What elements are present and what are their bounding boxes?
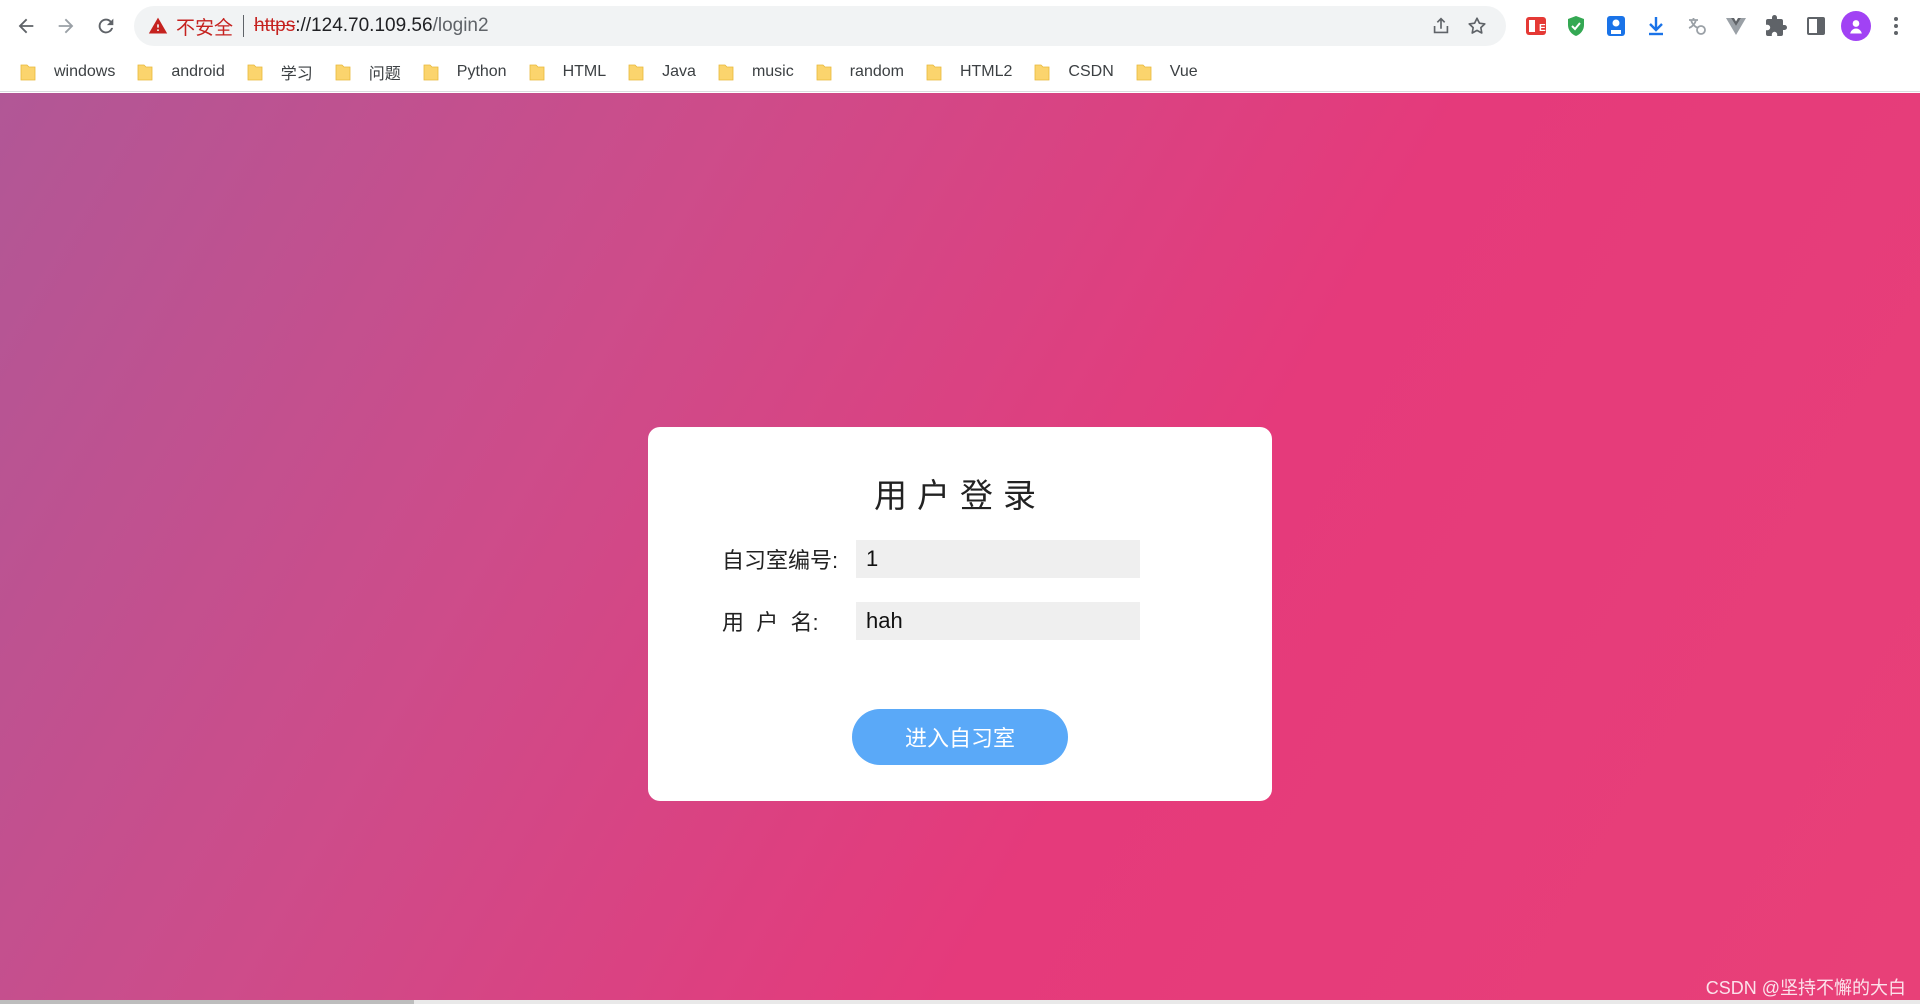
bookmark-label: Vue <box>1169 62 1198 80</box>
room-number-label: 自习室编号: <box>722 548 839 573</box>
fe-helper-icon: E <box>1526 17 1546 35</box>
folder-icon <box>423 64 439 80</box>
username-label: 用 户 名: <box>722 610 819 635</box>
extension-download[interactable] <box>1636 6 1676 46</box>
scrollbar-thumb[interactable] <box>0 1000 414 1004</box>
bookmark-label: Python <box>456 62 507 80</box>
address-bar[interactable]: 不安全 https://124.70.109.56/login2 <box>134 6 1506 46</box>
folder-icon <box>1035 64 1050 80</box>
bookmark-label: random <box>849 62 904 80</box>
bookmark-folder[interactable]: 问题 <box>325 56 413 88</box>
bookmark-label: windows <box>54 62 116 80</box>
extension-shield[interactable] <box>1556 6 1596 46</box>
warning-icon <box>148 17 168 34</box>
shield-icon <box>1568 16 1584 36</box>
extension-translate[interactable] <box>1676 6 1716 46</box>
folder-icon <box>137 64 153 80</box>
vue-devtools-icon <box>1726 18 1746 35</box>
browser-menu-button[interactable] <box>1876 6 1916 46</box>
not-secure-label[interactable]: 不安全 <box>176 13 233 40</box>
side-panel-icon <box>1807 17 1825 35</box>
puzzle-icon <box>1766 15 1787 36</box>
avatar <box>1841 11 1871 41</box>
username-input[interactable] <box>856 602 1140 640</box>
browser-toolbar: 不安全 https://124.70.109.56/login2 E <box>0 0 1920 52</box>
folder-icon <box>816 64 832 80</box>
folder-icon <box>628 64 644 80</box>
bookmark-folder[interactable]: HTML <box>519 56 619 88</box>
folder-icon <box>20 64 36 80</box>
bookmark-folder[interactable]: music <box>708 56 806 88</box>
bookmark-label: music <box>751 62 794 80</box>
share-icon[interactable] <box>1430 15 1452 37</box>
bookmark-folder[interactable]: windows <box>10 56 127 88</box>
username-row: 用 户 名: <box>722 602 1140 640</box>
bookmark-folder[interactable]: android <box>127 56 236 88</box>
enter-study-room-button[interactable]: 进入自习室 <box>852 709 1068 765</box>
folder-icon <box>335 64 351 80</box>
forward-button[interactable] <box>46 6 86 46</box>
extensions-button[interactable] <box>1756 6 1796 46</box>
extension-blue[interactable] <box>1596 6 1636 46</box>
url-path: /login2 <box>432 15 489 36</box>
bookmark-folder[interactable]: CSDN <box>1024 56 1125 88</box>
reload-icon <box>98 18 114 34</box>
bookmark-label: CSDN <box>1068 62 1114 80</box>
translate-icon <box>1688 18 1706 35</box>
svg-text:E: E <box>1539 23 1546 34</box>
extension-vue[interactable] <box>1716 6 1756 46</box>
folder-icon <box>926 64 942 80</box>
login-card: 用户登录 自习室编号: 用 户 名: 进入自习室 <box>648 427 1272 801</box>
back-icon <box>18 18 34 34</box>
bookmark-folder[interactable]: random <box>806 56 916 88</box>
room-number-row: 自习室编号: <box>722 540 1140 578</box>
back-button[interactable] <box>6 6 46 46</box>
login-title: 用户登录 <box>874 477 1046 514</box>
bookmark-folder[interactable]: Python <box>413 56 519 88</box>
csdn-watermark: CSDN @坚持不懈的大白 <box>1705 978 1906 998</box>
nav-buttons <box>0 6 126 46</box>
horizontal-scrollbar[interactable] <box>0 1000 1920 1004</box>
extension-fe[interactable]: E <box>1516 6 1556 46</box>
room-number-input[interactable] <box>856 540 1140 578</box>
folder-icon <box>529 64 544 80</box>
bookmark-label: 学习 <box>280 65 313 83</box>
star-icon[interactable] <box>1466 15 1488 37</box>
bookmark-folder[interactable]: 学习 <box>237 56 325 88</box>
url-scheme: https <box>254 15 296 36</box>
address-bar-actions <box>1430 6 1488 46</box>
profile-button[interactable] <box>1836 6 1876 46</box>
address-separator <box>243 15 245 37</box>
bookmark-label: 问题 <box>368 65 401 83</box>
bookmark-label: android <box>171 62 225 80</box>
extensions-bar: E <box>1516 6 1916 46</box>
folder-icon <box>1136 64 1152 80</box>
bookmark-folder[interactable]: Vue <box>1126 56 1210 88</box>
bookmark-folder[interactable]: HTML2 <box>916 56 1024 88</box>
menu-icon <box>1894 17 1898 35</box>
bookmark-label: HTML <box>562 62 607 80</box>
folder-icon <box>718 64 734 80</box>
bookmarks-bar: windows android 学习 问题 Python HTML Java music ran… <box>0 52 1920 92</box>
page-viewport: 用户登录 自习室编号: 用 户 名: 进入自习室 CSDN @坚持不懈的大白 <box>0 93 1920 1004</box>
url-host: ://124.70.109.56 <box>295 15 433 36</box>
bookmark-label: HTML2 <box>959 62 1013 80</box>
download-icon <box>1649 17 1663 36</box>
bookmark-label: Java <box>662 62 696 80</box>
reload-button[interactable] <box>86 6 126 46</box>
profile-icon <box>1850 20 1862 34</box>
bookmark-folder[interactable]: Java <box>618 56 708 88</box>
forward-icon <box>58 18 74 34</box>
side-panel-button[interactable] <box>1796 6 1836 46</box>
folder-icon <box>247 64 263 80</box>
bookmark-app-icon <box>1607 16 1625 36</box>
